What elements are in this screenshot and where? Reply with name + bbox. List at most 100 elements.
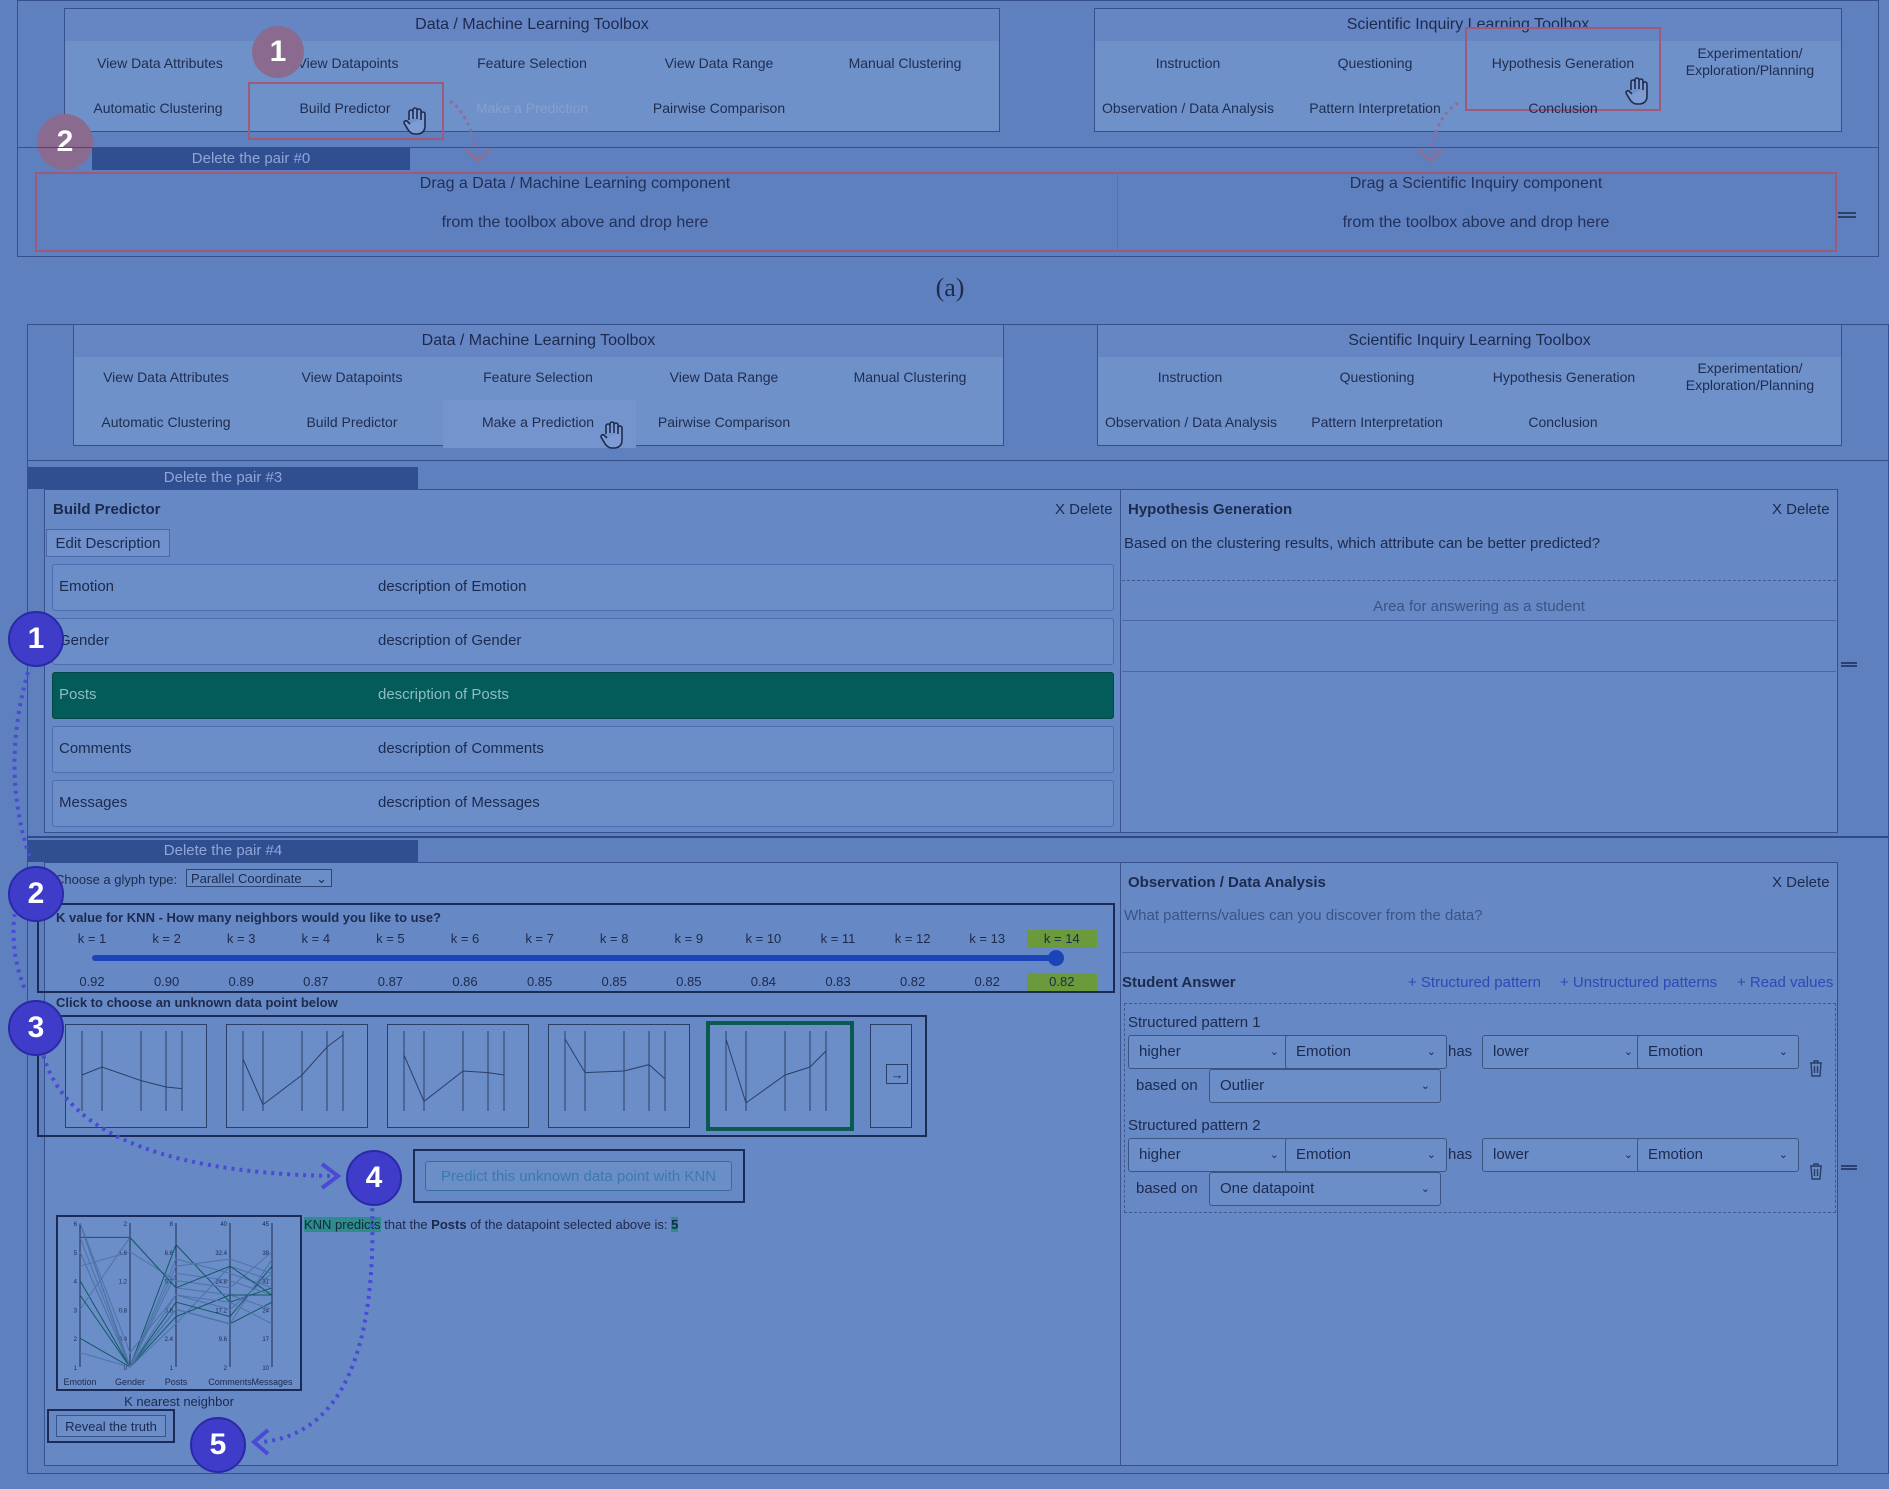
unknown-point-thumbnail[interactable] <box>706 1021 854 1131</box>
tool-observation[interactable]: Observation / Data Analysis <box>1102 100 1274 117</box>
parallel-coordinate-glyph <box>725 1031 827 1111</box>
k-label[interactable]: k = 14 <box>1026 930 1097 948</box>
select-value: higher <box>1139 1146 1181 1163</box>
add-unstructured-patterns-link[interactable]: + Unstructured patterns <box>1560 974 1717 991</box>
k-accuracy: 0.83 <box>825 974 851 989</box>
k-label[interactable]: k = 10 <box>728 931 798 946</box>
pattern-2-has: has <box>1448 1146 1473 1163</box>
tool-conclusion[interactable]: Conclusion <box>1483 100 1643 117</box>
k-label[interactable]: k = 8 <box>579 931 649 946</box>
chevron-down-icon: ⌄ <box>1420 1080 1430 1092</box>
answer-area-label: Area for answering as a student <box>1373 598 1585 615</box>
pattern-1-select-d[interactable]: Emotion ⌄ <box>1637 1035 1799 1069</box>
k-label[interactable]: k = 12 <box>878 931 948 946</box>
k-accuracy: 0.82 <box>899 974 926 989</box>
drag-handle-icon[interactable] <box>1841 1165 1857 1170</box>
pair-4-divider <box>1120 862 1121 1466</box>
tool-manual-clustering[interactable]: Manual Clustering <box>825 55 985 72</box>
tool-feature-selection[interactable]: Feature Selection <box>452 55 612 72</box>
k-accuracy: 0.85 <box>601 974 627 989</box>
predict-button-label: Predict this unknown data point with KNN <box>440 1168 717 1185</box>
tool-view-data-attributes[interactable]: View Data Attributes <box>86 369 246 386</box>
pattern-2-select-b[interactable]: Emotion ⌄ <box>1285 1138 1447 1172</box>
step-badge-3: 3 <box>8 1000 64 1056</box>
tool-hypothesis-generation[interactable]: Hypothesis Generation <box>1476 369 1652 386</box>
tool-instruction[interactable]: Instruction <box>1110 369 1270 386</box>
tool-view-data-attributes[interactable]: View Data Attributes <box>80 55 240 72</box>
drag-handle-icon[interactable] <box>1841 662 1857 667</box>
k-label[interactable]: k = 6 <box>430 931 500 946</box>
select-value: lower <box>1493 1146 1529 1163</box>
tool-hypothesis-generation[interactable]: Hypothesis Generation <box>1471 55 1655 72</box>
drag-arrow-icon <box>449 99 492 164</box>
k-accuracy: 0.82 <box>1026 973 1097 991</box>
pattern-1-basis-select[interactable]: Outlier ⌄ <box>1209 1069 1441 1103</box>
hypothesis-question-box[interactable]: Based on the clustering results, which a… <box>1122 529 1836 581</box>
tool-make-a-prediction[interactable]: Make a Prediction <box>458 414 618 431</box>
predict-button[interactable]: Predict this unknown data point with KNN <box>425 1161 732 1191</box>
step-badge-2: 2 <box>37 114 93 170</box>
k-slider-handle[interactable] <box>1048 950 1064 966</box>
tool-conclusion[interactable]: Conclusion <box>1483 414 1643 431</box>
delete-pair-button[interactable]: Delete the pair #0 <box>92 148 410 170</box>
glyph-line <box>725 1038 827 1104</box>
select-value: Emotion <box>1648 1043 1704 1060</box>
trash-icon[interactable] <box>1808 1162 1824 1180</box>
tool-pairwise-comparison[interactable]: Pairwise Comparison <box>639 100 799 117</box>
trash-icon[interactable] <box>1808 1059 1824 1077</box>
observation-textarea[interactable]: What patterns/values can you discover fr… <box>1122 901 1836 953</box>
build-predictor-delete[interactable]: X Delete <box>1055 501 1113 518</box>
delete-pair-3-button[interactable]: Delete the pair #3 <box>28 467 418 489</box>
step-badge-1: 1 <box>252 26 304 78</box>
add-structured-pattern-link[interactable]: + Structured pattern <box>1408 974 1541 991</box>
tool-questioning[interactable]: Questioning <box>1297 369 1457 386</box>
pattern-2-title: Structured pattern 2 <box>1128 1117 1261 1134</box>
pattern-2-select-d[interactable]: Emotion ⌄ <box>1637 1138 1799 1172</box>
tool-feature-selection[interactable]: Feature Selection <box>458 369 618 386</box>
tool-view-datapoints[interactable]: View Datapoints <box>272 369 432 386</box>
tool-pairwise-comparison[interactable]: Pairwise Comparison <box>644 414 804 431</box>
hypothesis-delete[interactable]: X Delete <box>1772 501 1830 518</box>
unknown-point-thumbnail[interactable] <box>548 1024 690 1128</box>
k-label[interactable]: k = 11 <box>803 931 873 946</box>
tool-pattern-interpretation[interactable]: Pattern Interpretation <box>1297 414 1457 431</box>
k-label[interactable]: k = 9 <box>654 931 724 946</box>
chevron-down-icon: ⌄ <box>1420 1183 1430 1195</box>
observation-delete[interactable]: X Delete <box>1772 874 1830 891</box>
prediction-suffix: of the datapoint selected above is: <box>466 1217 672 1232</box>
pattern-2-select-a[interactable]: higher ⌄ <box>1128 1138 1290 1172</box>
tool-automatic-clustering[interactable]: Automatic Clustering <box>86 414 246 431</box>
pattern-2-select-c[interactable]: lower ⌄ <box>1482 1138 1644 1172</box>
tool-build-predictor[interactable]: Build Predictor <box>265 100 425 117</box>
tool-experimentation[interactable]: Experimentation/ Exploration/Planning <box>1670 360 1830 394</box>
next-page-icon[interactable]: → <box>886 1064 908 1084</box>
edit-description-button[interactable]: Edit Description <box>46 529 170 557</box>
chevron-down-icon: ⌄ <box>1426 1149 1436 1161</box>
k-label[interactable]: k = 7 <box>505 931 575 946</box>
tool-build-predictor[interactable]: Build Predictor <box>272 414 432 431</box>
k-accuracy: 0.85 <box>526 974 553 989</box>
attribute-name: Emotion <box>59 578 115 595</box>
pattern-2-basis-select[interactable]: One datapoint ⌄ <box>1209 1172 1441 1206</box>
tool-automatic-clustering[interactable]: Automatic Clustering <box>78 100 238 117</box>
observation-placeholder: What patterns/values can you discover fr… <box>1124 907 1483 924</box>
read-values-link[interactable]: + Read values <box>1737 974 1833 991</box>
pattern-1-select-b[interactable]: Emotion ⌄ <box>1285 1035 1447 1069</box>
tool-view-data-range[interactable]: View Data Range <box>639 55 799 72</box>
tool-experimentation[interactable]: Experimentation/ Exploration/Planning <box>1670 45 1830 79</box>
answer-textarea[interactable] <box>1122 620 1836 672</box>
tool-manual-clustering[interactable]: Manual Clustering <box>830 369 990 386</box>
tool-view-data-range[interactable]: View Data Range <box>644 369 804 386</box>
select-value: One datapoint <box>1220 1180 1315 1197</box>
pattern-1-select-c[interactable]: lower ⌄ <box>1482 1035 1644 1069</box>
k-accuracy: 0.86 <box>452 974 478 989</box>
tool-questioning[interactable]: Questioning <box>1295 55 1455 72</box>
pattern-1-select-a[interactable]: higher ⌄ <box>1128 1035 1290 1069</box>
tool-observation[interactable]: Observation / Data Analysis <box>1104 414 1278 431</box>
hand-cursor-icon <box>600 421 623 449</box>
drag-handle-icon[interactable] <box>1838 212 1856 218</box>
k-accuracy: 0.82 <box>974 974 1000 989</box>
chevron-down-icon: ⌄ <box>1778 1046 1788 1058</box>
tool-instruction[interactable]: Instruction <box>1108 55 1268 72</box>
k-label[interactable]: k = 13 <box>952 931 1022 946</box>
